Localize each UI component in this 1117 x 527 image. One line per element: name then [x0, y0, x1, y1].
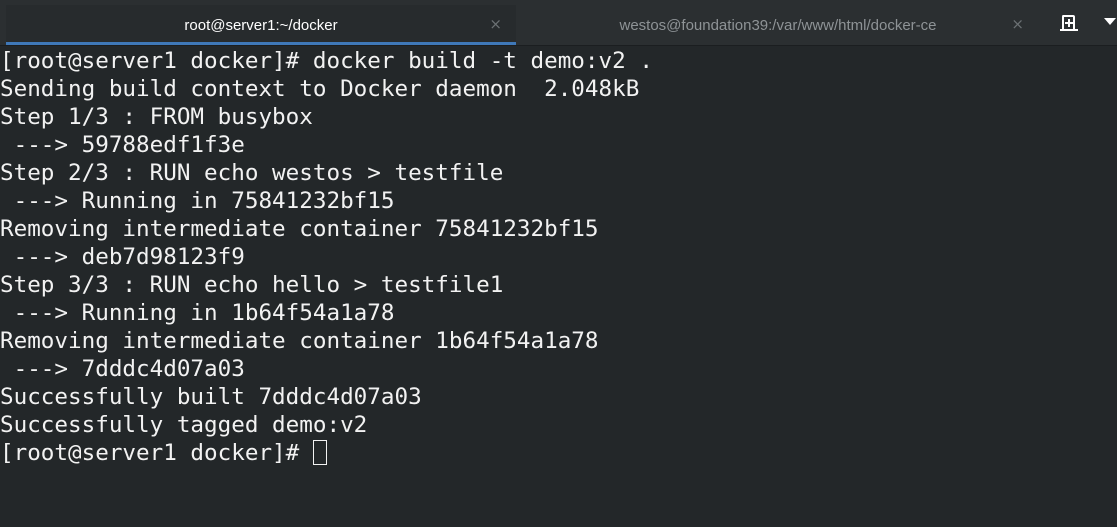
terminal-line: Sending build context to Docker daemon 2…: [0, 76, 640, 102]
prompt-line[interactable]: [root@server1 docker]#: [0, 439, 1117, 467]
close-icon[interactable]: ×: [489, 15, 502, 33]
terminal-line: Successfully built 7dddc4d07a03: [0, 384, 422, 410]
terminal-line: Removing intermediate container 75841232…: [0, 216, 599, 242]
tab-label: westos@foundation39:/var/www/html/docker…: [619, 16, 937, 34]
cursor: [312, 439, 327, 465]
terminal-line: Step 1/3 : FROM busybox: [0, 104, 313, 130]
tab-bar: root@server1:~/docker × westos@foundatio…: [0, 0, 1117, 46]
tab-westos-foundation39[interactable]: westos@foundation39:/var/www/html/docker…: [518, 5, 1038, 45]
terminal-line: ---> deb7d98123f9: [0, 244, 245, 270]
terminal-line: ---> 59788edf1f3e: [0, 132, 245, 158]
terminal-line: Step 2/3 : RUN echo westos > testfile: [0, 160, 504, 186]
terminal-line: [root@server1 docker]# docker build -t d…: [0, 48, 653, 74]
close-icon[interactable]: ×: [1011, 15, 1024, 33]
terminal-line: ---> 7dddc4d07a03: [0, 356, 245, 382]
prompt: [root@server1 docker]#: [0, 440, 313, 466]
tab-root-server1[interactable]: root@server1:~/docker ×: [6, 5, 516, 45]
terminal-line: ---> Running in 1b64f54a1a78: [0, 300, 395, 326]
chevron-down-icon[interactable]: [1104, 18, 1116, 25]
new-tab-icon[interactable]: [1058, 13, 1080, 33]
terminal-line: Removing intermediate container 1b64f54a…: [0, 328, 599, 354]
terminal-line: Successfully tagged demo:v2: [0, 412, 368, 438]
terminal-line: ---> Running in 75841232bf15: [0, 188, 395, 214]
tab-label: root@server1:~/docker: [184, 16, 338, 34]
terminal-line: Step 3/3 : RUN echo hello > testfile1: [0, 272, 504, 298]
terminal-output[interactable]: [root@server1 docker]# docker build -t d…: [0, 47, 1117, 467]
